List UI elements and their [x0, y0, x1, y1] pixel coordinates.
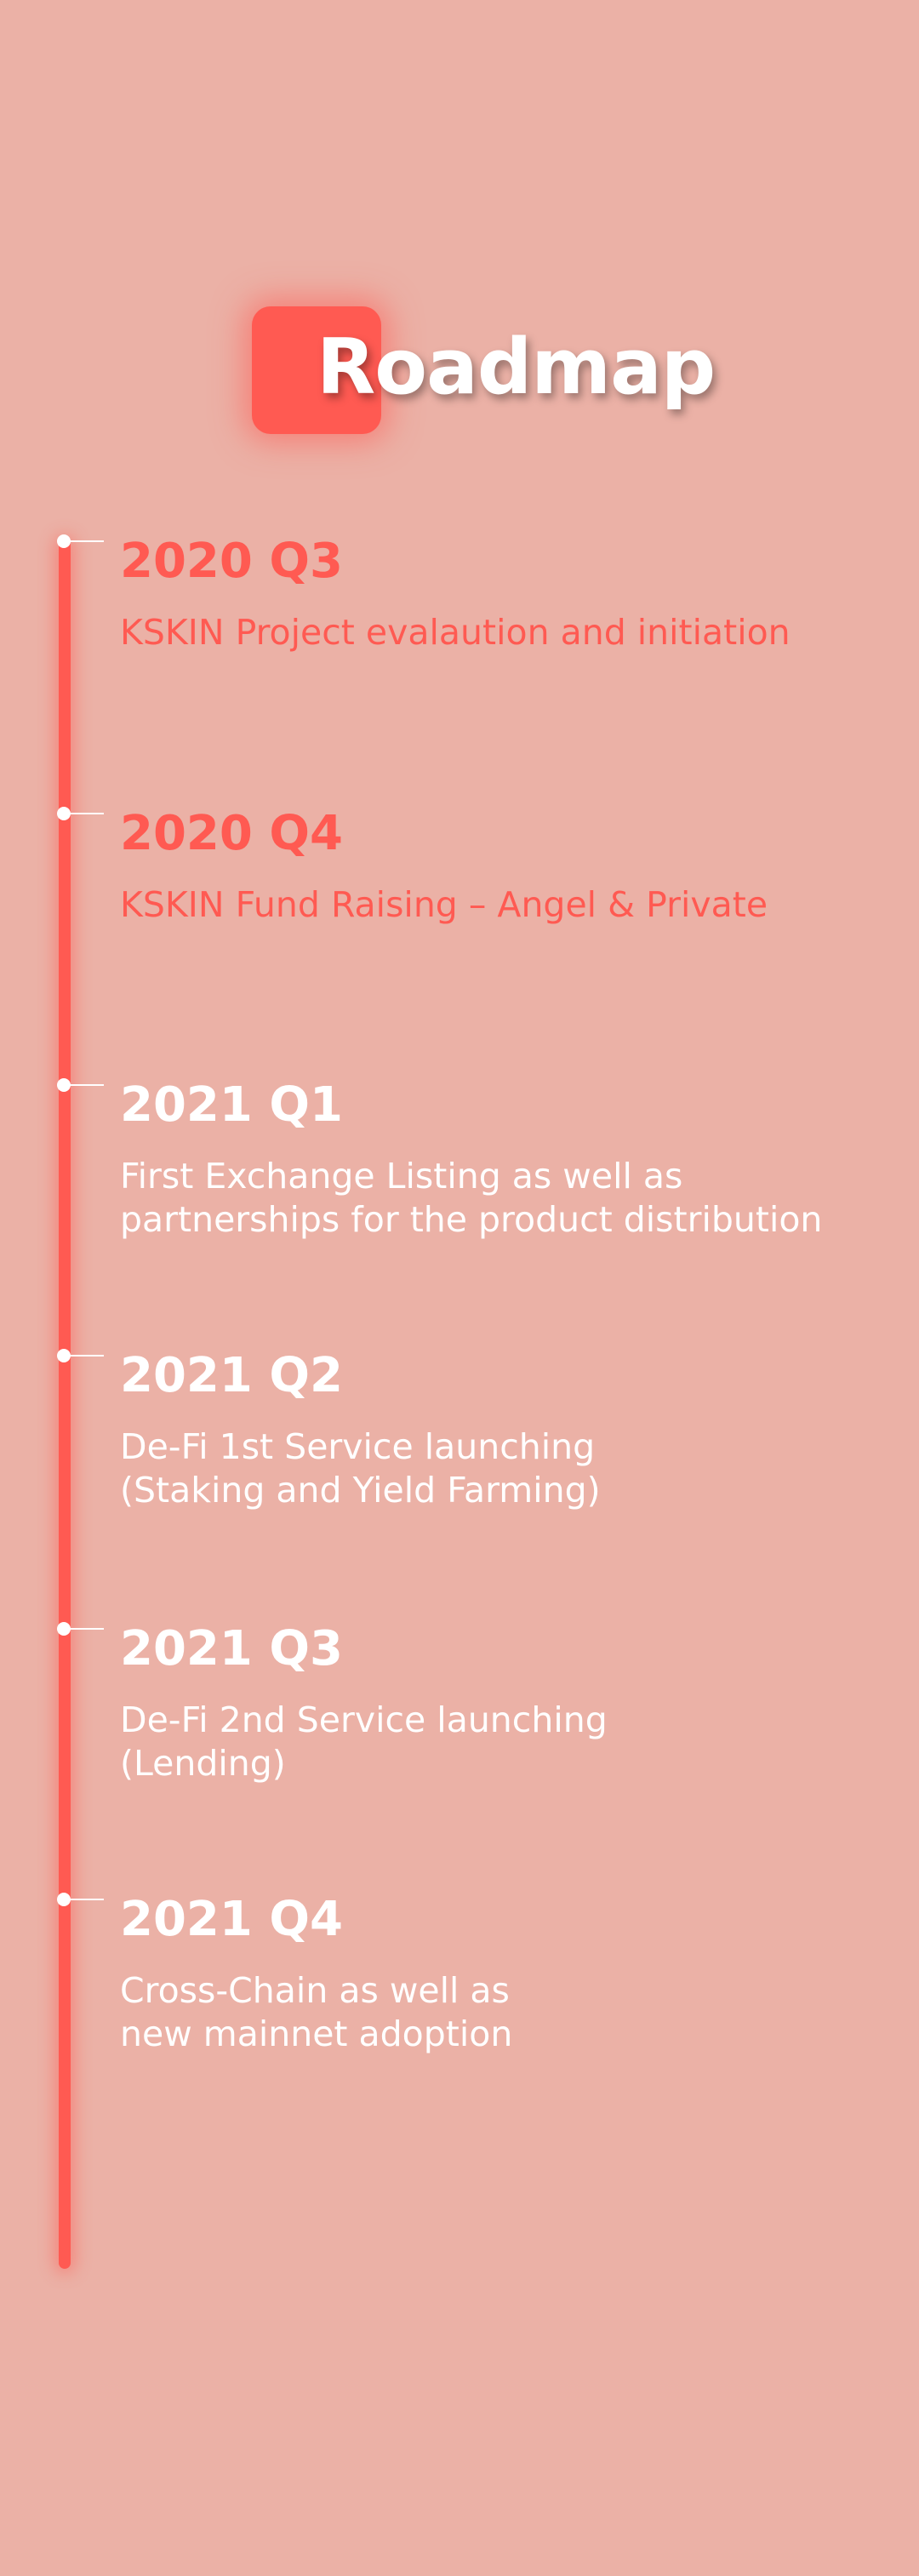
page-title: Roadmap: [317, 323, 716, 412]
milestone-period: 2021 Q3: [120, 1621, 343, 1676]
milestone-period: 2021 Q4: [120, 1892, 343, 1947]
timeline-connector: [66, 1628, 104, 1630]
milestone-period: 2021 Q1: [120, 1077, 343, 1133]
timeline-connector: [66, 1084, 104, 1086]
milestone-description: De-Fi 2nd Service launching (Lending): [120, 1699, 608, 1784]
timeline-bar: [59, 540, 71, 2269]
timeline-connector: [66, 1899, 104, 1900]
roadmap-header: Roadmap: [252, 306, 716, 434]
milestone-description: First Exchange Listing as well as partne…: [120, 1156, 823, 1240]
timeline-connector: [66, 540, 104, 542]
timeline-connector: [66, 813, 104, 814]
milestone-period: 2020 Q4: [120, 806, 343, 861]
milestone-period: 2021 Q2: [120, 1348, 343, 1403]
milestone-description: De-Fi 1st Service launching (Staking and…: [120, 1426, 601, 1511]
milestone-description: Cross-Chain as well as new mainnet adopt…: [120, 1970, 513, 2054]
milestone-period: 2020 Q3: [120, 534, 343, 589]
milestone-description: KSKIN Fund Raising – Angel & Private: [120, 884, 768, 925]
milestone-description: KSKIN Project evalaution and initiation: [120, 612, 791, 653]
timeline-connector: [66, 1355, 104, 1357]
